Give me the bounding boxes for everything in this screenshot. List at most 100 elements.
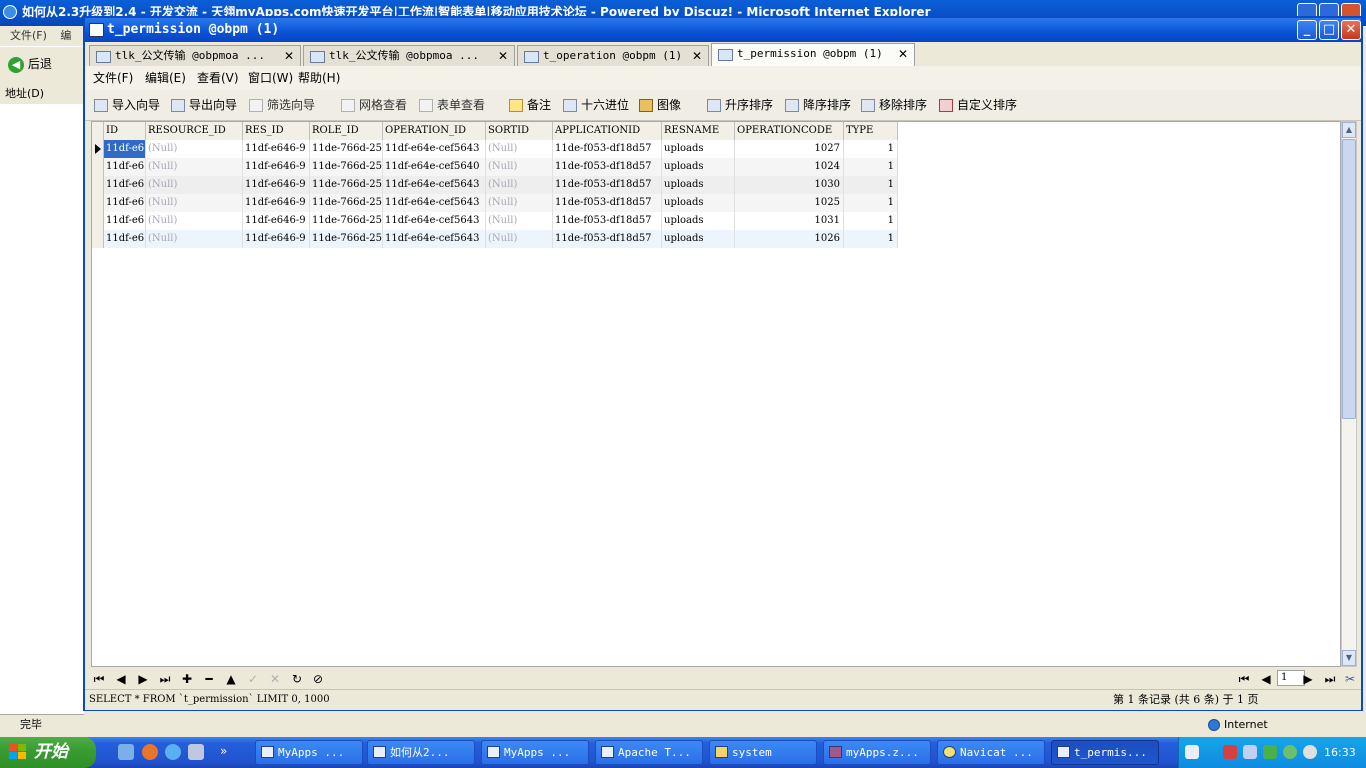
- last-record-icon[interactable]: ⏭: [156, 669, 174, 689]
- taskbar-item-system-folder[interactable]: system: [709, 740, 817, 765]
- menu-view[interactable]: 查看(V): [197, 66, 239, 90]
- cell-operationcode[interactable]: 1031: [735, 212, 844, 230]
- form-view-button[interactable]: 表单查看: [419, 90, 485, 120]
- cell-sortid[interactable]: (Null): [486, 158, 553, 176]
- tab-close-icon[interactable]: ✕: [498, 46, 508, 66]
- remove-sort-button[interactable]: 移除排序: [861, 90, 927, 120]
- cell-role-id[interactable]: 11de-766d-25: [310, 212, 383, 230]
- cell-applicationid[interactable]: 11de-f053-df18d57: [553, 176, 662, 194]
- memo-button[interactable]: 备注: [509, 90, 551, 120]
- sort-ascending-button[interactable]: 升序排序: [707, 90, 773, 120]
- data-grid[interactable]: ID RESOURCE_ID RES_ID ROLE_ID OPERATION_…: [91, 121, 1341, 667]
- cell-resname[interactable]: uploads: [662, 140, 735, 158]
- taskbar-item-myapps-2[interactable]: MyApps ...: [481, 740, 589, 765]
- cell-res-id[interactable]: 11df-e646-9: [243, 230, 310, 248]
- apply-changes-icon[interactable]: ✓: [244, 669, 262, 689]
- cell-applicationid[interactable]: 11de-f053-df18d57: [553, 230, 662, 248]
- cell-type[interactable]: 1: [844, 194, 898, 212]
- cell-id[interactable]: 11df-e6: [104, 230, 146, 248]
- refresh-icon[interactable]: ↻: [288, 669, 306, 689]
- custom-sort-button[interactable]: 自定义排序: [939, 90, 1017, 120]
- cell-operationcode[interactable]: 1027: [735, 140, 844, 158]
- cell-role-id[interactable]: 11de-766d-25: [310, 158, 383, 176]
- taskbar-item-myapps-zip[interactable]: myApps.z...: [823, 740, 931, 765]
- column-header-type[interactable]: TYPE: [844, 122, 898, 140]
- column-header-resource-id[interactable]: RESOURCE_ID: [146, 122, 243, 140]
- column-header-role-id[interactable]: ROLE_ID: [310, 122, 383, 140]
- network-icon[interactable]: [1243, 745, 1257, 759]
- tab-operation[interactable]: t_operation @obpm (1) ✕: [517, 45, 709, 66]
- tab-close-icon[interactable]: ✕: [692, 46, 702, 66]
- cell-res-id[interactable]: 11df-e646-9: [243, 176, 310, 194]
- row-selector[interactable]: [92, 212, 104, 230]
- taskbar-item-myapps-1[interactable]: MyApps ...: [255, 740, 363, 765]
- cell-applicationid[interactable]: 11de-f053-df18d57: [553, 212, 662, 230]
- add-record-icon[interactable]: ✚: [178, 669, 196, 689]
- update-icon[interactable]: [1283, 745, 1297, 759]
- cell-sortid[interactable]: (Null): [486, 212, 553, 230]
- filter-wizard-button[interactable]: 筛选向导: [249, 90, 315, 120]
- column-header-operationcode[interactable]: OPERATIONCODE: [735, 122, 844, 140]
- explorer-quicklaunch-icon[interactable]: [118, 744, 134, 760]
- vertical-scrollbar[interactable]: ▲ ▼: [1341, 121, 1357, 667]
- cell-resource-id[interactable]: (Null): [146, 194, 243, 212]
- cell-resource-id[interactable]: (Null): [146, 230, 243, 248]
- cell-operationcode[interactable]: 1025: [735, 194, 844, 212]
- cell-operation-id[interactable]: 11df-e64e-cef5643: [383, 140, 486, 158]
- cell-res-id[interactable]: 11df-e646-9: [243, 194, 310, 212]
- cell-operation-id[interactable]: 11df-e64e-cef5643: [383, 230, 486, 248]
- taskbar-item-t-permission[interactable]: t_permis...: [1051, 740, 1159, 765]
- ie-menu-file[interactable]: 文件(F): [10, 29, 47, 42]
- column-header-sortid[interactable]: SORTID: [486, 122, 553, 140]
- export-wizard-button[interactable]: 导出向导: [171, 90, 237, 120]
- next-record-icon[interactable]: ▶: [134, 669, 152, 689]
- security-shield-icon[interactable]: [1223, 745, 1237, 759]
- cell-type[interactable]: 1: [844, 212, 898, 230]
- import-wizard-button[interactable]: 导入向导: [94, 90, 160, 120]
- cell-operation-id[interactable]: 11df-e64e-cef5640: [383, 158, 486, 176]
- cell-type[interactable]: 1: [844, 140, 898, 158]
- menu-edit[interactable]: 编辑(E): [145, 66, 186, 90]
- row-selector[interactable]: [92, 158, 104, 176]
- cell-res-id[interactable]: 11df-e646-9: [243, 158, 310, 176]
- last-page-icon[interactable]: ⏭: [1321, 669, 1339, 689]
- cell-res-id[interactable]: 11df-e646-9: [243, 140, 310, 158]
- hex-button[interactable]: 十六进位: [563, 90, 629, 120]
- scrollbar-thumb[interactable]: [1342, 139, 1356, 419]
- maximize-button[interactable]: □: [1319, 20, 1339, 40]
- row-selector[interactable]: [92, 230, 104, 248]
- cell-type[interactable]: 1: [844, 230, 898, 248]
- tab-close-icon[interactable]: ✕: [284, 46, 294, 66]
- cell-id[interactable]: 11df-e6: [104, 194, 146, 212]
- cell-resname[interactable]: uploads: [662, 194, 735, 212]
- cell-sortid[interactable]: (Null): [486, 230, 553, 248]
- cell-operationcode[interactable]: 1026: [735, 230, 844, 248]
- cell-role-id[interactable]: 11de-766d-25: [310, 140, 383, 158]
- volume-icon[interactable]: [1303, 745, 1317, 759]
- cell-operationcode[interactable]: 1024: [735, 158, 844, 176]
- scroll-down-icon[interactable]: ▼: [1342, 650, 1356, 666]
- tab-permission[interactable]: t_permission @obpm (1) ✕: [711, 43, 915, 66]
- cell-operation-id[interactable]: 11df-e64e-cef5643: [383, 194, 486, 212]
- menu-window[interactable]: 窗口(W): [248, 66, 293, 90]
- column-header-id[interactable]: ID: [104, 122, 146, 140]
- column-header-res-id[interactable]: RES_ID: [243, 122, 310, 140]
- menu-file[interactable]: 文件(F): [93, 66, 133, 90]
- table-row[interactable]: 11df-e6 (Null) 11df-e646-9 11de-766d-25 11df…: [92, 230, 898, 248]
- taskbar-item-navicat[interactable]: Navicat ...: [937, 740, 1045, 765]
- first-page-icon[interactable]: ⏮: [1235, 669, 1253, 689]
- table-row[interactable]: 11df-e6 (Null) 11df-e646-9 11de-766d-25 11df…: [92, 176, 898, 194]
- more-quicklaunch-icon[interactable]: »: [220, 744, 236, 760]
- cell-sortid[interactable]: (Null): [486, 140, 553, 158]
- ie-menu-edit[interactable]: 编: [60, 29, 71, 42]
- cell-operation-id[interactable]: 11df-e64e-cef5643: [383, 212, 486, 230]
- cell-applicationid[interactable]: 11de-f053-df18d57: [553, 158, 662, 176]
- cell-role-id[interactable]: 11de-766d-25: [310, 230, 383, 248]
- table-row[interactable]: 11df-e6 (Null) 11df-e646-9 11de-766d-25 11df…: [92, 140, 898, 158]
- tab-document-2[interactable]: tlk_公文传输 @obpmoa ... ✕: [303, 45, 515, 66]
- cell-role-id[interactable]: 11de-766d-25: [310, 194, 383, 212]
- antivirus-icon[interactable]: [1263, 745, 1277, 759]
- menu-help[interactable]: 帮助(H): [298, 66, 340, 90]
- cell-type[interactable]: 1: [844, 158, 898, 176]
- column-header-resname[interactable]: RESNAME: [662, 122, 735, 140]
